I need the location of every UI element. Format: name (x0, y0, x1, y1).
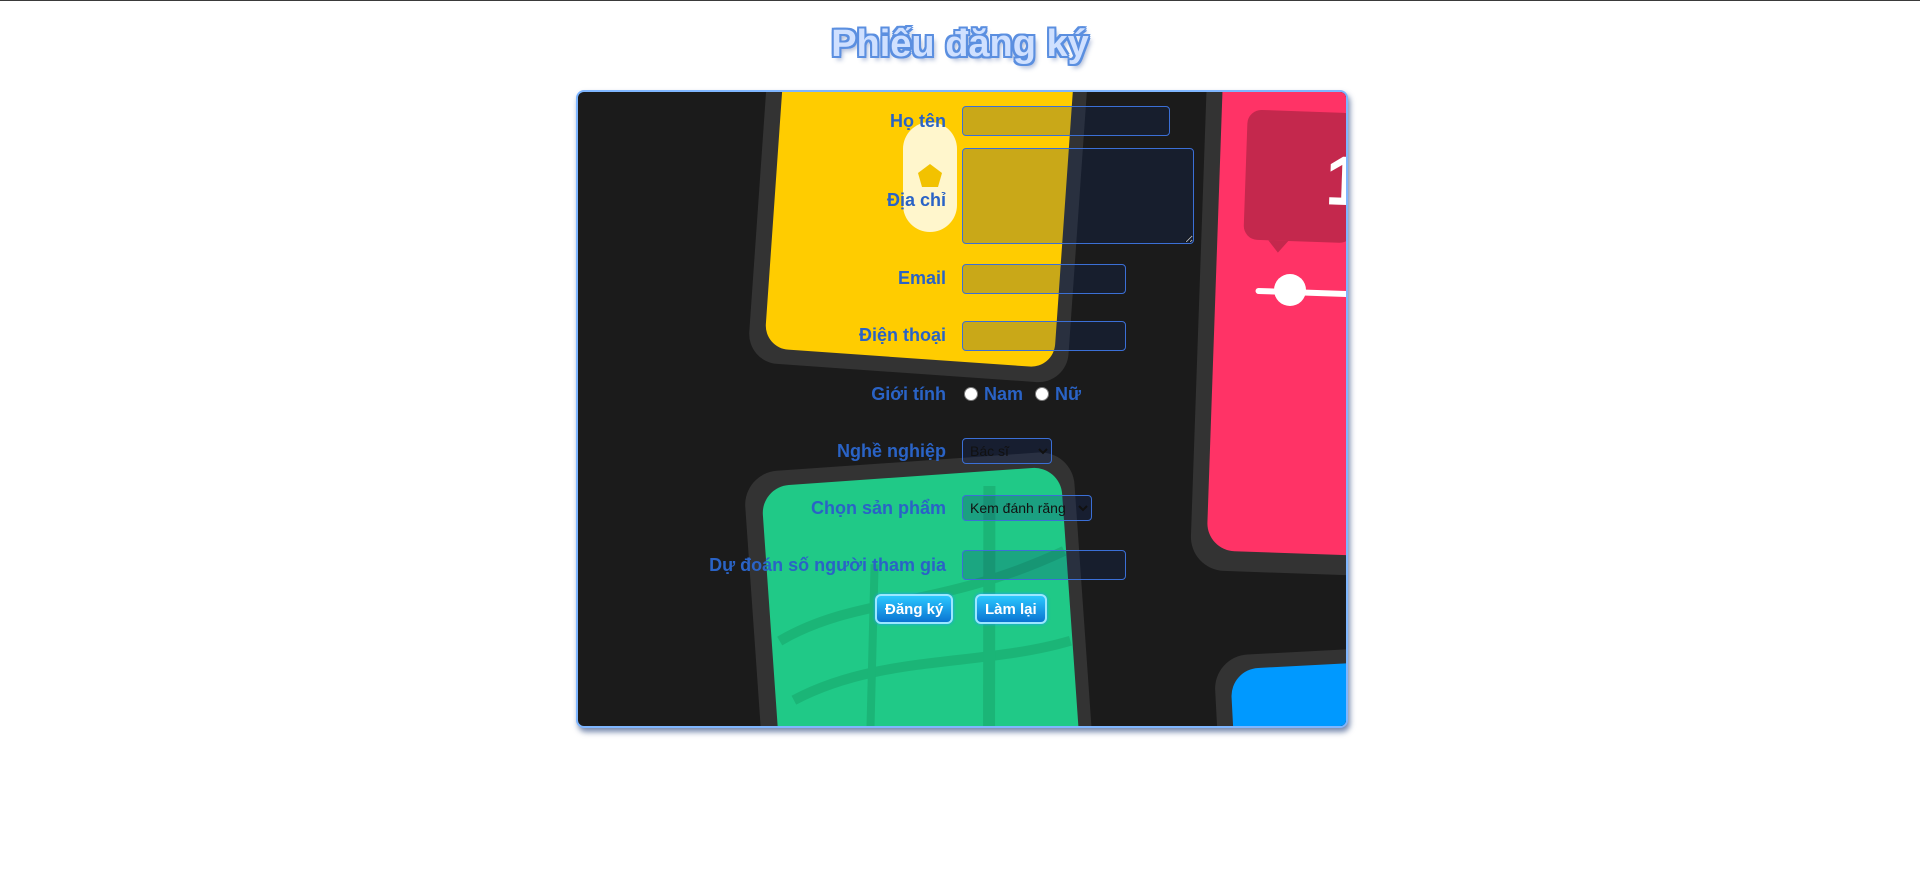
gender-radio-group: Nam Nữ (964, 383, 1093, 405)
guess-input[interactable] (962, 550, 1126, 580)
pink-card: 1 (1190, 92, 1346, 576)
phone-label: Điện thoại (858, 325, 946, 345)
name-label: Họ tên (890, 111, 946, 131)
job-label: Nghề nghiệp (837, 441, 946, 461)
email-input[interactable] (962, 264, 1126, 294)
reset-button[interactable]: Làm lại (975, 594, 1047, 624)
address-textarea[interactable] (962, 148, 1194, 244)
gender-option-female-label: Nữ (1055, 383, 1082, 404)
gender-radio-female[interactable] (1035, 387, 1050, 401)
slider-knob-icon (1274, 274, 1306, 306)
register-button[interactable]: Đăng ký (875, 594, 954, 624)
email-label: Email (897, 268, 946, 288)
product-label: Chọn sản phẩm (810, 498, 946, 518)
address-label: Địa chỉ (886, 190, 946, 210)
svg-text:1: 1 (1324, 141, 1346, 220)
gender-label: Giới tính (871, 384, 946, 404)
page-title: Phiếu đăng ký (831, 23, 1089, 65)
guess-label: Dự đoán số người tham gia (709, 555, 946, 575)
phone-input[interactable] (962, 321, 1126, 351)
green-card (745, 452, 1093, 726)
gender-option-male-label: Nam (984, 383, 1024, 404)
product-select[interactable]: Kem đánh răng (962, 495, 1092, 521)
job-select[interactable]: Bác sĩ (962, 438, 1052, 464)
name-input[interactable] (962, 106, 1170, 136)
registration-form-panel: 1 Họ tên Địa chỉ Email Điện thoại Giới t… (576, 90, 1348, 728)
gender-radio-male[interactable] (964, 387, 978, 401)
top-border-line (0, 0, 1920, 1)
blue-card (1215, 647, 1346, 726)
